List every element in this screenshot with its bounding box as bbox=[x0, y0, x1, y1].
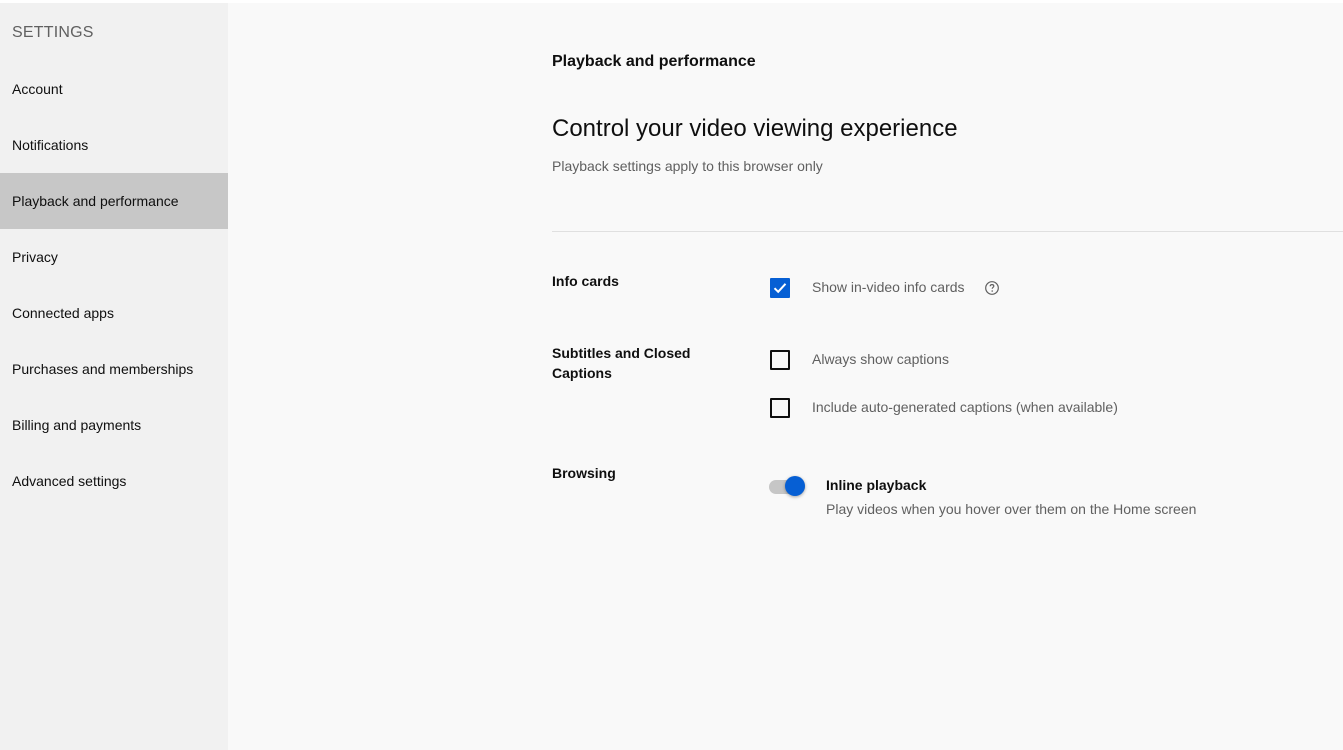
checkmark-icon bbox=[773, 283, 787, 294]
page-heading: Control your video viewing experience bbox=[552, 115, 958, 142]
sidebar-item-privacy[interactable]: Privacy bbox=[0, 229, 228, 285]
sidebar-item-account[interactable]: Account bbox=[0, 61, 228, 117]
captions-label: Subtitles and Closed Captions bbox=[552, 345, 691, 381]
inline-playback-title: Inline playback bbox=[826, 477, 927, 493]
info-cards-option-label: Show in-video info cards bbox=[812, 279, 965, 295]
settings-app: SETTINGS Account Notifications Playback … bbox=[0, 3, 1343, 750]
sidebar-item-playback-and-performance[interactable]: Playback and performance bbox=[0, 173, 228, 229]
inline-playback-toggle[interactable] bbox=[769, 476, 809, 498]
toggle-knob bbox=[785, 476, 805, 496]
info-cards-checkbox[interactable] bbox=[770, 278, 790, 298]
help-circle-icon[interactable] bbox=[984, 280, 1000, 296]
sidebar-item-advanced-settings[interactable]: Advanced settings bbox=[0, 453, 228, 509]
browsing-label: Browsing bbox=[552, 465, 616, 481]
section-title: Playback and performance bbox=[552, 53, 756, 70]
always-show-captions-checkbox[interactable] bbox=[770, 350, 790, 370]
section-divider bbox=[552, 231, 1343, 232]
sidebar-item-notifications[interactable]: Notifications bbox=[0, 117, 228, 173]
auto-generated-captions-checkbox[interactable] bbox=[770, 398, 790, 418]
sidebar-item-connected-apps[interactable]: Connected apps bbox=[0, 285, 228, 341]
page-subtitle: Playback settings apply to this browser … bbox=[552, 158, 823, 174]
settings-sidebar: SETTINGS Account Notifications Playback … bbox=[0, 3, 228, 750]
always-show-captions-label: Always show captions bbox=[812, 351, 949, 367]
inline-playback-description: Play videos when you hover over them on … bbox=[826, 501, 1197, 517]
sidebar-item-purchases-and-memberships[interactable]: Purchases and memberships bbox=[0, 341, 228, 397]
auto-generated-captions-label: Include auto-generated captions (when av… bbox=[812, 399, 1118, 415]
sidebar-item-billing-and-payments[interactable]: Billing and payments bbox=[0, 397, 228, 453]
info-cards-label: Info cards bbox=[552, 273, 619, 289]
settings-main: Playback and performance Control your vi… bbox=[552, 3, 1343, 750]
sidebar-heading: SETTINGS bbox=[12, 24, 94, 41]
